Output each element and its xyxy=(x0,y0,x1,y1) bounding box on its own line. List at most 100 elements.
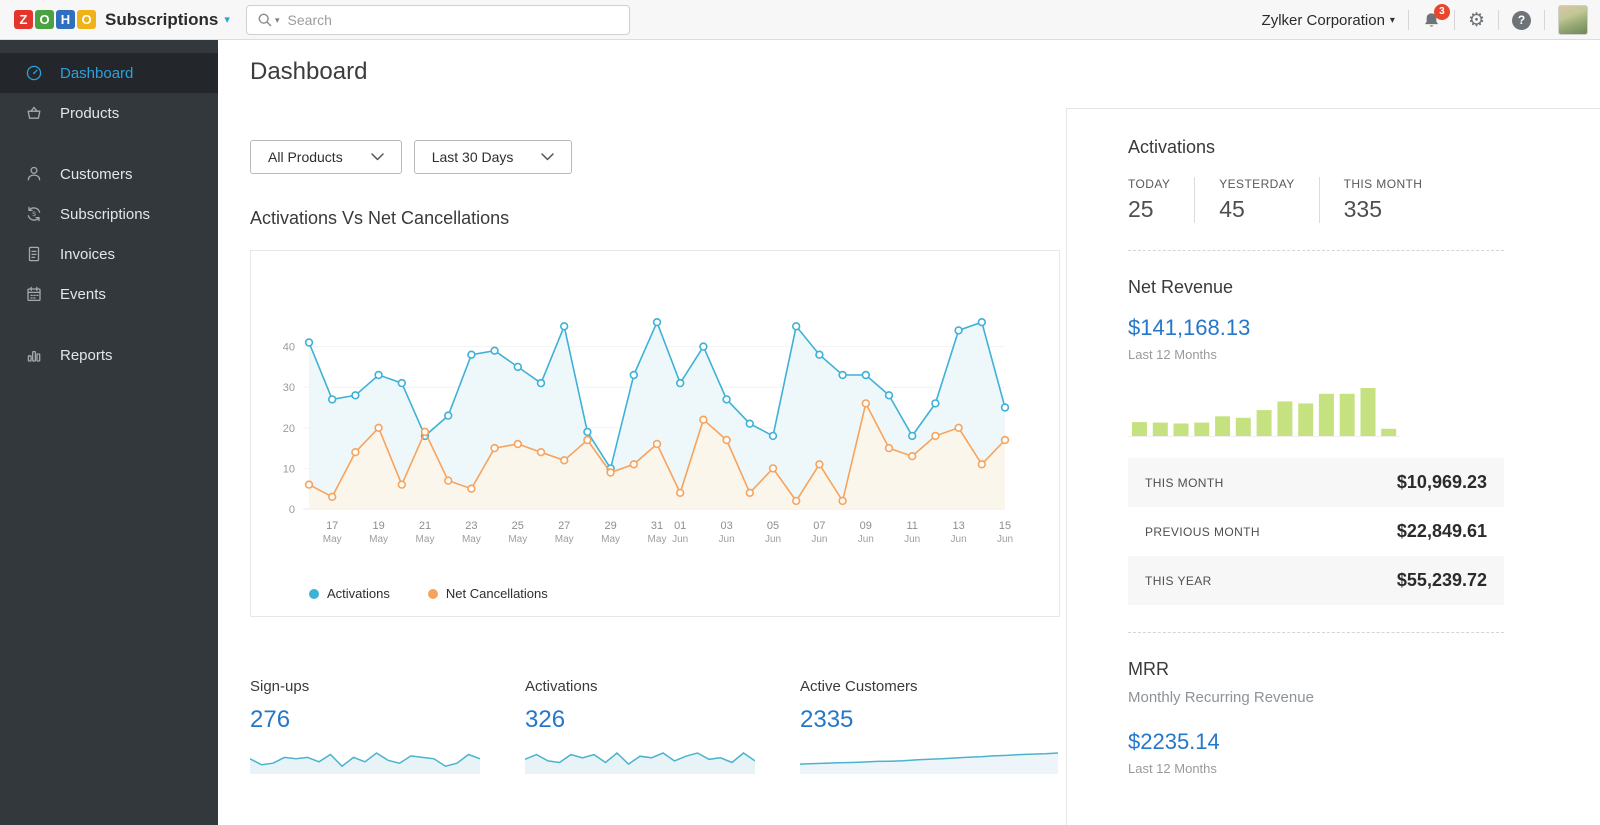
row-label: PREVIOUS MONTH xyxy=(1145,525,1260,539)
divider xyxy=(1454,10,1455,30)
chevron-down-icon xyxy=(541,153,554,161)
settings-button[interactable]: ⚙ xyxy=(1468,11,1485,30)
kpi-value: 276 xyxy=(250,706,525,734)
svg-text:17: 17 xyxy=(326,520,338,532)
net-revenue-bar-chart xyxy=(1128,380,1408,442)
net-revenue-amount: $141,168.13 xyxy=(1128,315,1504,341)
zoho-logo-tile: O xyxy=(77,10,96,29)
svg-text:May: May xyxy=(555,534,574,545)
svg-text:Jun: Jun xyxy=(765,534,781,545)
legend-item-activations[interactable]: Activations xyxy=(309,586,390,601)
svg-text:23: 23 xyxy=(465,520,477,532)
notifications-button[interactable]: 3 xyxy=(1422,11,1441,30)
svg-text:11: 11 xyxy=(906,520,917,532)
svg-text:Jun: Jun xyxy=(672,534,688,545)
organization-selector[interactable]: Zylker Corporation xyxy=(1262,12,1385,29)
divider xyxy=(1498,10,1499,30)
signups-sparkline-chart xyxy=(250,747,480,775)
sidebar-item-label: Dashboard xyxy=(60,65,133,82)
help-icon: ? xyxy=(1512,11,1531,30)
svg-text:21: 21 xyxy=(419,520,431,532)
mrr-title: MRR xyxy=(1128,659,1504,680)
stat-value: 25 xyxy=(1128,196,1170,223)
global-search[interactable]: ▾ xyxy=(246,5,630,35)
zoho-logo-tile: H xyxy=(56,10,75,29)
kpi-label: Sign-ups xyxy=(250,678,525,695)
kpi-label: Active Customers xyxy=(800,678,1075,695)
app-switcher[interactable]: Z O H O Subscriptions ▾ xyxy=(14,10,230,30)
help-button[interactable]: ? xyxy=(1512,11,1531,30)
mrr-subtitle: Monthly Recurring Revenue xyxy=(1128,689,1504,706)
svg-text:May: May xyxy=(648,534,667,545)
row-value: $10,969.23 xyxy=(1397,472,1487,493)
zoho-logo: Z O H O xyxy=(14,10,96,29)
sidebar-item-events[interactable]: Events xyxy=(0,274,218,314)
svg-text:$: $ xyxy=(32,211,36,218)
summary-side-panel: Activations TODAY 25 YESTERDAY 45 THIS M… xyxy=(1066,109,1600,825)
table-row: PREVIOUS MONTH $22,849.61 xyxy=(1128,507,1504,556)
notification-count-badge: 3 xyxy=(1434,4,1450,20)
table-row: THIS MONTH $10,969.23 xyxy=(1128,458,1504,507)
legend-label: Activations xyxy=(327,586,390,601)
svg-text:May: May xyxy=(369,534,388,545)
search-input[interactable] xyxy=(288,12,619,28)
svg-text:25: 25 xyxy=(512,520,524,532)
top-bar-actions: Zylker Corporation ▾ 3 ⚙ ? xyxy=(1262,0,1588,40)
sidebar-group-gap xyxy=(0,133,218,154)
product-filter-value: All Products xyxy=(268,149,343,165)
svg-text:May: May xyxy=(601,534,620,545)
legend-item-net-cancellations[interactable]: Net Cancellations xyxy=(428,586,548,601)
svg-text:Jun: Jun xyxy=(719,534,735,545)
chart-legend: Activations Net Cancellations xyxy=(309,586,548,601)
kpi-value: 326 xyxy=(525,706,800,734)
row-label: THIS MONTH xyxy=(1145,476,1224,490)
kpi-card-signups: Sign-ups 276 xyxy=(250,678,525,775)
mrr-amount: $2235.14 xyxy=(1128,729,1504,755)
table-row: THIS YEAR $55,239.72 xyxy=(1128,556,1504,605)
svg-text:Jun: Jun xyxy=(997,534,1013,545)
sidebar-item-invoices[interactable]: Invoices xyxy=(0,234,218,274)
activations-summary-stats: TODAY 25 YESTERDAY 45 THIS MONTH 335 xyxy=(1128,177,1504,223)
row-value: $22,849.61 xyxy=(1397,521,1487,542)
activations-vs-cancellations-chart[interactable]: 01020304017May19May21May23May25May27May2… xyxy=(251,251,1059,586)
row-label: THIS YEAR xyxy=(1145,574,1212,588)
subscriptions-renew-icon: $ xyxy=(25,205,43,223)
svg-text:May: May xyxy=(416,534,435,545)
svg-text:May: May xyxy=(323,534,342,545)
legend-label: Net Cancellations xyxy=(446,586,548,601)
svg-text:May: May xyxy=(462,534,481,545)
search-icon xyxy=(257,12,273,28)
divider xyxy=(1408,10,1409,30)
zoho-logo-tile: Z xyxy=(14,10,33,29)
user-avatar[interactable] xyxy=(1558,5,1588,35)
svg-text:19: 19 xyxy=(372,520,384,532)
zoho-subscriptions-dashboard: Z O H O Subscriptions ▾ ▾ Zylker Corpora… xyxy=(0,0,1600,825)
dashboard-filters: All Products Last 30 Days xyxy=(250,140,572,174)
sidebar-item-subscriptions[interactable]: $ Subscriptions xyxy=(0,194,218,234)
sidebar-item-dashboard[interactable]: Dashboard xyxy=(0,53,218,93)
svg-text:10: 10 xyxy=(283,463,295,475)
chevron-down-icon xyxy=(371,153,384,161)
dashed-divider xyxy=(1128,250,1504,251)
date-range-filter-dropdown[interactable]: Last 30 Days xyxy=(414,140,573,174)
sidebar-item-label: Invoices xyxy=(60,246,115,263)
stat-this-month: THIS MONTH 335 xyxy=(1344,177,1423,223)
activations-sparkline-chart xyxy=(525,747,755,775)
svg-text:01: 01 xyxy=(674,520,686,532)
svg-text:07: 07 xyxy=(813,520,825,532)
kpi-value: 2335 xyxy=(800,706,1075,734)
dashboard-icon xyxy=(25,64,43,82)
sidebar-item-customers[interactable]: Customers xyxy=(0,154,218,194)
main-content: Dashboard All Products Last 30 Days Acti… xyxy=(218,40,1066,825)
svg-text:40: 40 xyxy=(283,342,295,354)
chevron-down-icon: ▾ xyxy=(1390,15,1395,26)
sidebar-item-reports[interactable]: Reports xyxy=(0,335,218,375)
sidebar-item-products[interactable]: Products xyxy=(0,93,218,133)
legend-dot-icon xyxy=(428,589,438,599)
product-filter-dropdown[interactable]: All Products xyxy=(250,140,402,174)
zoho-logo-tile: O xyxy=(35,10,54,29)
svg-text:31: 31 xyxy=(651,520,663,532)
search-scope-caret-icon[interactable]: ▾ xyxy=(275,15,280,26)
customers-person-icon xyxy=(25,165,43,183)
sidebar-group-gap xyxy=(0,314,218,335)
